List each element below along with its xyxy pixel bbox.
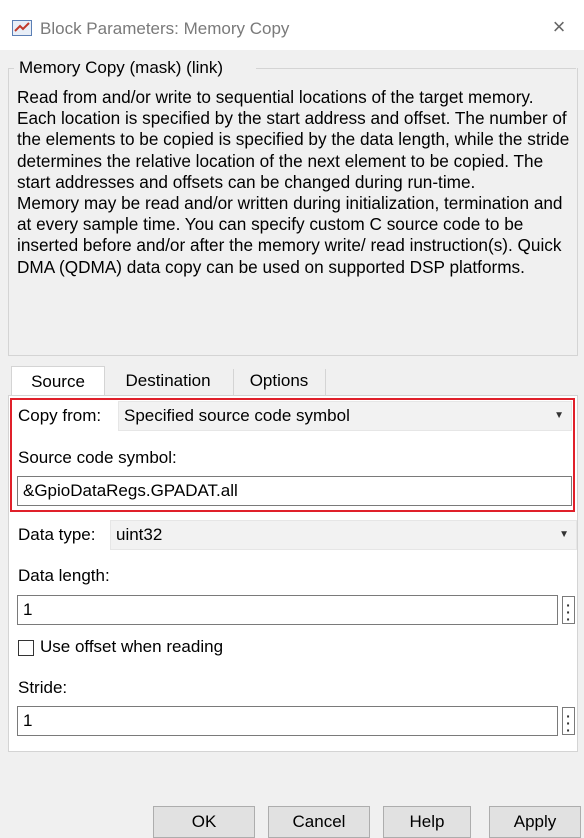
close-icon[interactable]: × <box>548 16 570 38</box>
mask-title: Memory Copy (mask) (link) <box>19 58 224 77</box>
use-offset-label: Use offset when reading <box>40 637 224 656</box>
help-button[interactable]: Help <box>383 806 471 838</box>
chevron-down-icon: ▼ <box>559 529 569 540</box>
source-symbol-field[interactable]: &GpioDataRegs.GPADAT.all <box>17 476 572 506</box>
apply-button[interactable]: Apply <box>489 806 581 838</box>
copy-from-value: Specified source code symbol <box>124 406 350 425</box>
ok-button[interactable]: OK <box>153 806 255 838</box>
group-border <box>256 68 576 69</box>
title-bar: Block Parameters: Memory Copy × <box>0 0 584 50</box>
use-offset-checkbox[interactable] <box>18 640 34 656</box>
data-type-dropdown[interactable]: uint32 ▼ <box>110 520 577 550</box>
window-title: Block Parameters: Memory Copy <box>40 19 290 38</box>
copy-from-dropdown[interactable]: Specified source code symbol ▼ <box>118 401 572 431</box>
stride-field[interactable]: 1 <box>17 706 558 736</box>
copy-from-label: Copy from: <box>18 406 102 425</box>
group-border <box>8 68 14 69</box>
mask-description: Read from and/or write to sequential loc… <box>17 87 570 277</box>
source-symbol-label: Source code symbol: <box>18 448 177 467</box>
tab-destination[interactable]: Destination <box>104 366 232 396</box>
data-type-label: Data type: <box>18 525 96 544</box>
chevron-down-icon: ▼ <box>554 410 564 421</box>
vertical-ellipsis-icon[interactable]: · · · <box>562 596 575 626</box>
tab-separator <box>325 369 326 395</box>
tab-source[interactable]: Source <box>11 366 105 397</box>
vertical-ellipsis-icon[interactable]: · · · <box>562 707 575 737</box>
cancel-button[interactable]: Cancel <box>268 806 370 838</box>
data-type-value: uint32 <box>116 525 163 544</box>
tab-options[interactable]: Options <box>233 366 325 396</box>
simulink-block-icon <box>12 20 32 36</box>
data-length-field[interactable]: 1 <box>17 595 558 625</box>
stride-label: Stride: <box>18 678 68 697</box>
data-length-label: Data length: <box>18 566 110 585</box>
